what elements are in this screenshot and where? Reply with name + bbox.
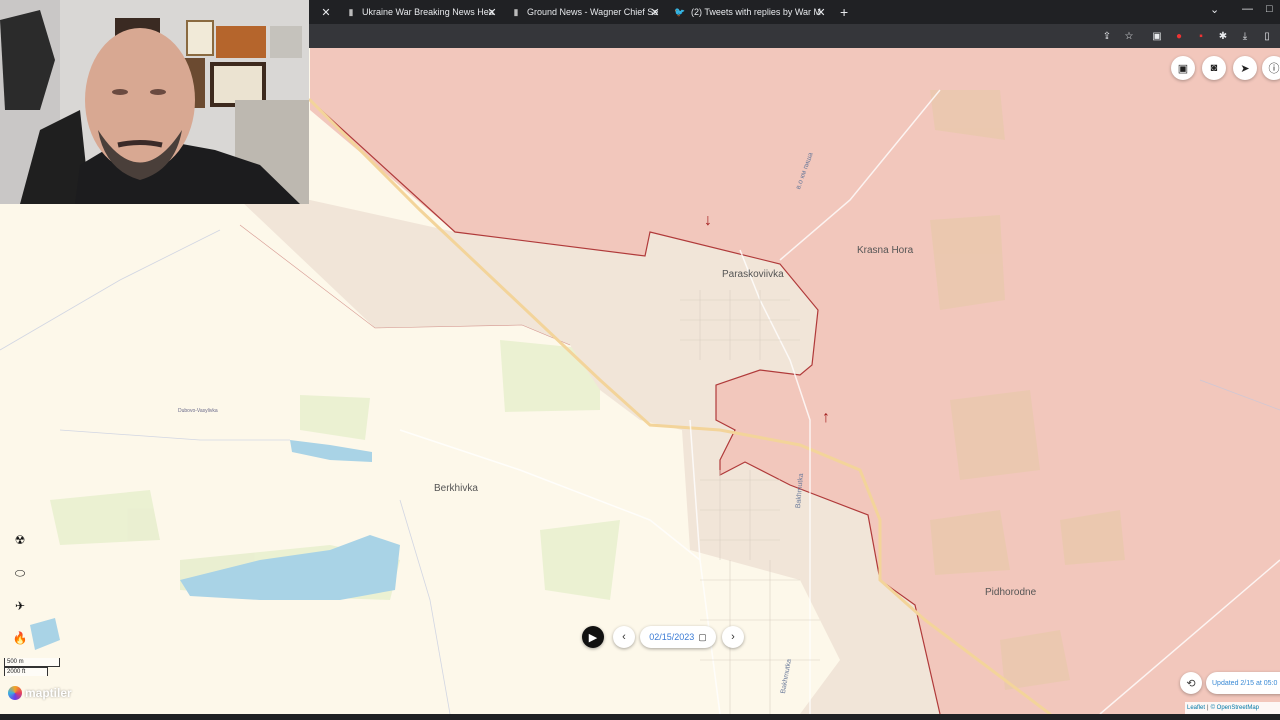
close-tab-icon[interactable]: ✕ [320,6,332,19]
tab-ukraine-war[interactable]: ▮ Ukraine War Breaking News Hea ✕ [346,0,498,24]
tab-title: (2) Tweets with replies by War M [691,7,822,17]
maximize-icon[interactable]: □ [1266,3,1273,15]
date-picker[interactable]: 02/15/2023 ▢ [640,626,716,648]
webcam-image [0,0,309,204]
extension-badge-icon[interactable]: ▪ [1194,29,1208,43]
bookmark-star-icon[interactable]: ☆ [1122,29,1136,43]
tab-title: Ground News - Wagner Chief Se [527,7,659,17]
sidebar-icon[interactable]: ▯ [1260,29,1274,43]
bookmark-icon: ▮ [348,6,354,17]
extension-icon[interactable]: ▣ [1150,29,1164,43]
tab-partial[interactable]: ✕ [312,0,332,24]
tab-tweets[interactable]: 🐦 (2) Tweets with replies by War M ✕ [675,0,827,24]
bot-icon[interactable]: ▣ [1171,56,1195,80]
close-tab-icon[interactable]: ✕ [649,6,661,19]
leaflet-link[interactable]: Leaflet [1187,705,1205,711]
pill-icon[interactable]: ⬭ [10,563,30,583]
info-icon[interactable]: ⓘ [1262,56,1280,80]
share-icon[interactable]: ⇪ [1100,29,1114,43]
scale-imperial: 2000 ft [4,667,48,676]
date-value: 02/15/2023 [649,632,695,642]
map-scale: 500 m 2000 ft [4,658,64,676]
drone-icon[interactable]: ✈ [10,596,30,616]
close-tab-icon[interactable]: ✕ [815,6,827,19]
place-label-pidhorodne: Pidhorodne [985,587,1037,598]
calendar-icon: ▢ [698,631,707,642]
history-icon[interactable]: ⟲ [1180,672,1202,694]
advance-arrow-down-icon: ↓ [704,212,712,229]
place-label-paraskoviivka: Paraskoviivka [722,269,784,280]
fire-icon[interactable]: 🔥 [10,628,30,648]
webcam-overlay [0,0,309,204]
bookmark-icon: ▮ [513,6,519,17]
map-attribution: Leaflet | © OpenStreetMap [1185,702,1280,714]
maptiler-logo[interactable]: maptiler [8,686,72,700]
taskbar-strip [0,714,1280,720]
telegram-icon[interactable]: ➤ [1233,56,1257,80]
previous-date-button[interactable]: ‹ [613,626,635,648]
extensions-puzzle-icon[interactable]: ✱ [1216,29,1230,43]
place-label-dubovo: Dubovo-Vasylivka [178,408,218,414]
place-label-krasna-hora: Krasna Hora [857,245,914,256]
tab-title: Ukraine War Breaking News Hea [362,7,494,17]
tab-ground-news[interactable]: ▮ Ground News - Wagner Chief Se ✕ [511,0,661,24]
scale-metric: 500 m [4,658,60,667]
new-tab-button[interactable]: + [840,0,854,24]
place-label-berkhivka: Berkhivka [434,483,478,494]
maptiler-logo-icon [8,686,22,700]
advance-arrow-up-icon: ↑ [822,409,830,426]
camera-icon[interactable]: ◙ [1202,56,1226,80]
osm-link[interactable]: © OpenStreetMap [1211,705,1259,711]
play-button[interactable]: ▶ [582,626,604,648]
updated-badge: Updated 2/15 at 05:0 [1206,672,1280,694]
extension-red-icon[interactable]: ● [1172,29,1186,43]
close-tab-icon[interactable]: ✕ [486,6,498,19]
maptiler-logo-text: maptiler [25,686,72,700]
minimize-icon[interactable]: — [1242,3,1253,15]
download-icon[interactable]: ⤓ [1238,29,1252,43]
radiation-icon[interactable]: ☢ [10,530,30,550]
twitter-icon: 🐦 [675,6,686,17]
next-date-button[interactable]: › [722,626,744,648]
tab-search-icon[interactable]: ⌄ [1210,3,1219,16]
